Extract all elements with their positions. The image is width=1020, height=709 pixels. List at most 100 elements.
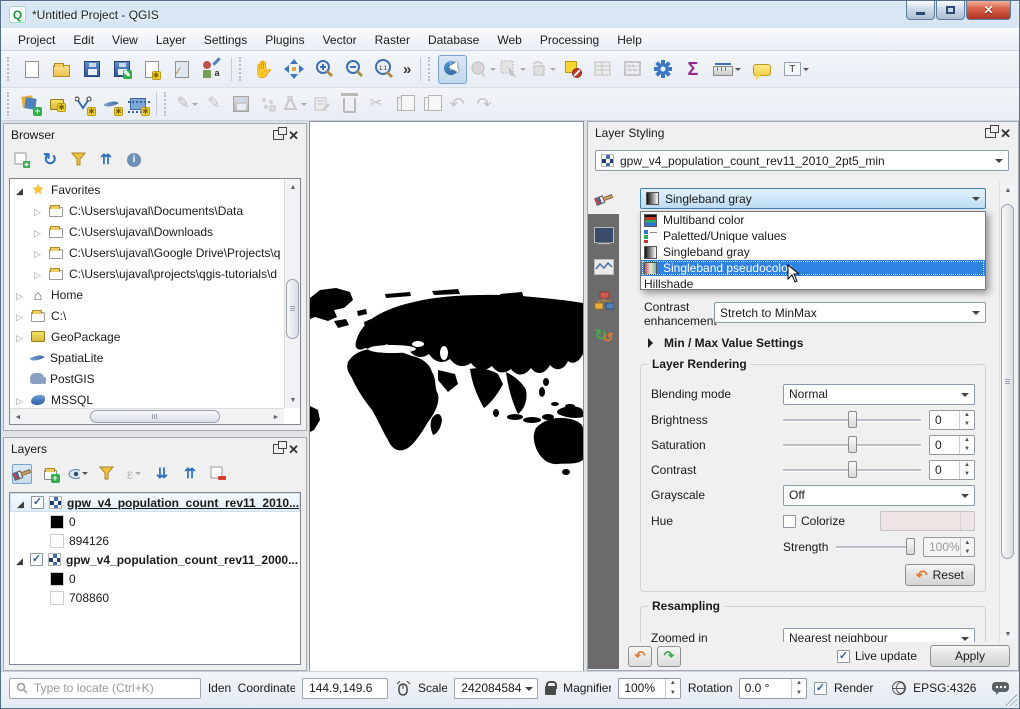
delete-selected-button[interactable] [336,91,362,117]
expander-icon[interactable] [32,267,43,281]
toggle-editing-button[interactable]: ✎ [201,91,227,117]
slider-thumb[interactable] [848,411,857,428]
toolbar-handle[interactable] [164,92,169,116]
menu-web[interactable]: Web [488,30,530,50]
option-paletted-unique-values[interactable]: Paletted/Unique values [641,228,985,244]
saturation-spinbox[interactable]: 0▲▼ [929,435,975,455]
new-print-layout-button[interactable]: ✱ [137,55,166,84]
undo-button[interactable]: ↶ [444,91,470,117]
grayscale-combobox[interactable]: Off [783,485,975,506]
apply-button[interactable]: Apply [930,645,1010,667]
menu-database[interactable]: Database [419,30,488,50]
collapse-all-layers-button[interactable]: ⇈ [180,464,200,484]
expander-icon[interactable] [15,496,26,510]
style-undo-button[interactable]: ↶ [628,646,652,667]
statistics-button[interactable]: Σ [678,55,707,84]
expander-icon[interactable] [32,246,43,260]
select-features-button[interactable] [498,55,527,84]
zoom-in-button[interactable] [309,55,338,84]
style-manager-button[interactable]: a [197,55,226,84]
run-feature-action-button[interactable] [468,55,497,84]
expander-icon[interactable] [14,288,25,302]
saturation-slider[interactable] [783,436,921,454]
menu-raster[interactable]: Raster [366,30,419,50]
crs-status[interactable]: EPSG:4326 [913,681,976,695]
render-checkbox[interactable] [814,682,827,695]
tab-histogram[interactable] [588,252,619,282]
browser-vertical-scrollbar[interactable]: ▲ ▼ [284,179,300,408]
browser-item-spatialite[interactable]: SpatiaLite [10,347,284,368]
browser-horizontal-scrollbar[interactable]: ◄ ► [10,408,284,424]
scroll-down-arrow[interactable]: ▼ [1000,626,1016,642]
live-update-checkbox[interactable] [837,650,850,663]
minimize-button[interactable] [906,1,935,20]
strength-slider[interactable] [836,538,915,556]
open-layer-styling-button[interactable] [12,464,32,484]
pan-to-selection-button[interactable] [279,55,308,84]
identify-features-button[interactable]: i [438,55,467,84]
browser-item-path[interactable]: C:\Users\ujaval\Google Drive\Projects\q [10,242,284,263]
layer-item[interactable]: gpw_v4_population_count_rev11_2010... [10,493,300,512]
locate-search-input[interactable]: Type to locate (Ctrl+K) [9,678,201,699]
menu-view[interactable]: View [103,30,147,50]
tab-history[interactable]: ↻↺ [588,320,619,350]
close-panel-icon[interactable]: ✕ [288,129,299,142]
collapse-all-button[interactable]: ⇈ [96,150,116,170]
tab-symbology[interactable] [588,184,619,214]
legend-value-row[interactable]: 0 [10,569,300,588]
extent-toggle-icon[interactable] [395,681,411,696]
float-panel-icon[interactable] [273,130,284,140]
open-project-button[interactable] [47,55,76,84]
toolbar-handle[interactable] [7,57,12,81]
pan-map-button[interactable]: ✋ [249,55,278,84]
renderer-type-combobox[interactable]: Singleband gray [640,188,986,209]
toolbar-handle[interactable] [428,57,433,81]
tab-metadata[interactable] [588,286,619,316]
deselect-features-button[interactable] [528,55,557,84]
brightness-spinbox[interactable]: 0▲▼ [929,410,975,430]
browser-item-path[interactable]: C:\Users\ujaval\projects\qgis-tutorials\… [10,263,284,284]
toolbar-overflow-chevron[interactable]: » [403,62,411,77]
menu-layer[interactable]: Layer [147,30,195,50]
filter-browser-button[interactable] [68,150,88,170]
colorize-color-button[interactable] [880,511,975,531]
add-selected-layers-button[interactable] [12,150,32,170]
zoom-out-button[interactable] [339,55,368,84]
scroll-up-arrow[interactable]: ▲ [1000,182,1016,198]
new-project-button[interactable] [17,55,46,84]
filter-legend-button[interactable] [96,464,116,484]
filter-by-expression-button[interactable]: ε [124,464,144,484]
menu-vector[interactable]: Vector [314,30,366,50]
expander-icon[interactable] [32,204,43,218]
option-multiband-color[interactable]: Multiband color [641,212,985,228]
redo-button[interactable]: ↷ [471,91,497,117]
magnifier-spinbox[interactable]: 100%▲▼ [618,678,681,699]
browser-item-home[interactable]: ⌂Home [10,284,284,305]
measure-button[interactable] [708,55,746,84]
float-panel-icon[interactable] [273,444,284,454]
cut-features-button[interactable]: ✂ [363,91,389,117]
scroll-up-arrow[interactable]: ▲ [285,179,301,195]
scale-combobox[interactable]: 242084584 [454,678,538,699]
contrast-slider[interactable] [783,461,921,479]
show-layout-manager-button[interactable]: ⁄ [167,55,196,84]
copy-features-button[interactable] [390,91,416,117]
colorize-checkbox[interactable] [783,515,796,528]
field-calculator-button[interactable] [618,55,647,84]
legend-value-row[interactable]: 0 [10,512,300,531]
tab-transparency[interactable] [588,220,619,250]
map-canvas[interactable] [309,121,584,673]
current-edits-button[interactable]: ✎ [174,91,200,117]
add-group-button[interactable]: + [40,464,60,484]
browser-item-favorites[interactable]: ★Favorites [10,179,284,200]
browser-item-mssql[interactable]: MSSQL [10,389,284,408]
expander-icon[interactable] [14,553,25,567]
style-redo-button[interactable]: ↷ [657,646,681,667]
layer-visibility-checkbox[interactable] [31,496,44,509]
layer-visibility-checkbox[interactable] [30,553,43,566]
resize-grip[interactable] [1005,694,1017,706]
processing-toolbox-button[interactable] [648,55,677,84]
map-tips-button[interactable] [747,55,776,84]
refresh-button[interactable]: ↻ [40,150,60,170]
browser-item-cdrive[interactable]: C:\ [10,305,284,326]
